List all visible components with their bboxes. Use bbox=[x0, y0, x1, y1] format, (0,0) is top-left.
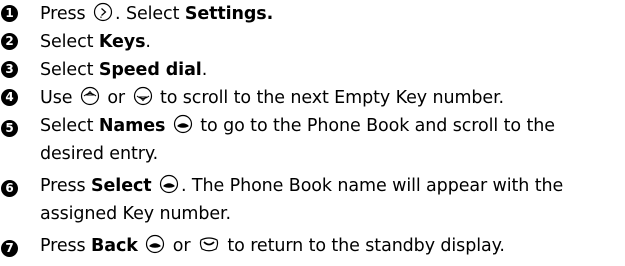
step-text-segment: Select bbox=[40, 32, 99, 52]
step-text: Select Names to go to the Phone Book and… bbox=[40, 112, 622, 168]
step-text-segment: or bbox=[167, 236, 196, 256]
step-text-segment: to return to the standby display. bbox=[221, 236, 505, 256]
key-label: Keys bbox=[98, 32, 146, 52]
step-text-segment: Press bbox=[40, 176, 92, 196]
step-text-segment: . bbox=[201, 60, 208, 80]
step-text: Select Speed dial. bbox=[40, 56, 622, 84]
step-text-segment: to scroll to the next Empty Key number. bbox=[154, 88, 505, 108]
scroll-up-key-icon bbox=[80, 86, 100, 106]
step-text: Press Back or to return to the standby d… bbox=[40, 232, 622, 260]
scroll-down-key-icon bbox=[133, 86, 153, 106]
left-soft-key-icon bbox=[173, 114, 193, 134]
step-text-segment: Select bbox=[40, 116, 99, 136]
step-number: 1 bbox=[1, 5, 18, 22]
key-label: Settings. bbox=[184, 4, 274, 24]
step-number: 3 bbox=[1, 61, 18, 78]
step-number: 2 bbox=[1, 33, 18, 50]
step-text: Select Keys. bbox=[40, 28, 622, 56]
step-text: Press Select . The Phone Book name will … bbox=[40, 172, 622, 228]
right-soft-key-icon bbox=[145, 234, 165, 254]
end-key-icon bbox=[198, 234, 220, 254]
step-text-segment: . bbox=[145, 32, 151, 52]
key-label: Back bbox=[91, 236, 138, 256]
step-text-segment bbox=[138, 236, 143, 256]
menu-key-icon bbox=[93, 2, 113, 22]
step-text: Press . Select Settings. bbox=[40, 0, 622, 28]
key-label: Names bbox=[98, 116, 166, 136]
step-text: Use or to scroll to the next Empty Key n… bbox=[40, 84, 622, 112]
instruction-list: 1 Press . Select Settings. 2 Select Keys… bbox=[0, 0, 625, 266]
step-text-segment: Select bbox=[40, 60, 99, 80]
step-text-segment: or bbox=[101, 88, 131, 108]
key-label: Speed dial bbox=[98, 60, 202, 80]
step-number: 7 bbox=[1, 240, 18, 257]
step-text-segment: Use bbox=[40, 88, 78, 108]
step-number: 6 bbox=[1, 180, 18, 197]
step-number: 5 bbox=[1, 120, 18, 137]
step-text-segment bbox=[165, 116, 170, 136]
step-text-segment bbox=[152, 176, 157, 196]
key-label: Select bbox=[91, 176, 152, 196]
step-text-segment: Press bbox=[40, 4, 92, 24]
step-text-segment: Press bbox=[40, 236, 92, 256]
step-number: 4 bbox=[1, 89, 18, 106]
step-text-segment: . Select bbox=[115, 4, 185, 24]
left-soft-key-icon bbox=[159, 174, 179, 194]
